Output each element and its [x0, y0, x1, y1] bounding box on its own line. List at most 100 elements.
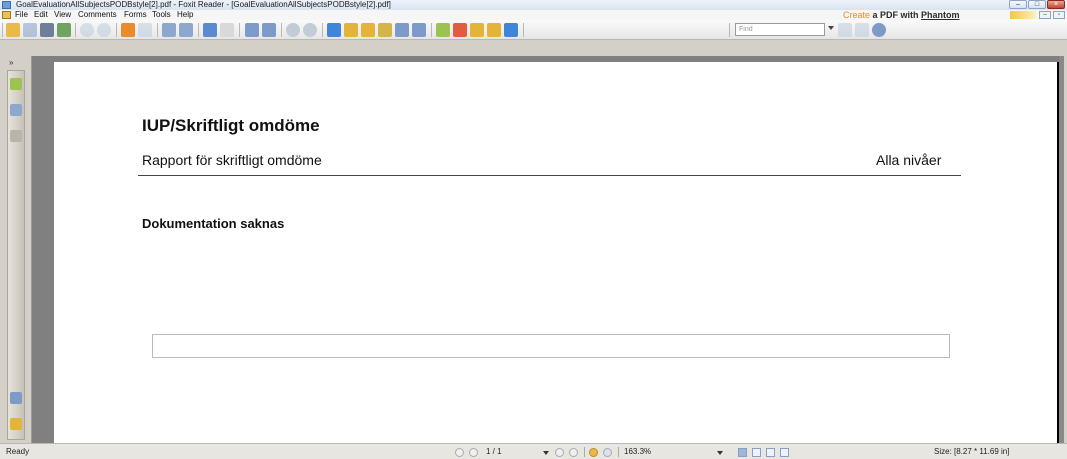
single-page-icon[interactable]: [738, 448, 747, 457]
signatures-icon[interactable]: [10, 418, 22, 430]
doc-restore-button[interactable]: ▫: [1053, 11, 1065, 19]
select-text-icon[interactable]: [344, 23, 358, 37]
document-view[interactable]: IUP/Skriftligt omdöme Rapport för skrift…: [32, 56, 1064, 443]
textbox-icon[interactable]: [470, 23, 484, 37]
find-dropdown-arrow-icon[interactable]: [828, 26, 834, 30]
next-page-icon[interactable]: [555, 448, 564, 457]
promo-text-phantom: Phantom: [921, 10, 960, 20]
toolbar-grip: [2, 23, 3, 37]
window-title: GoalEvaluationAllSubjectsPODBstyle[2].pd…: [16, 0, 391, 9]
title-bar: GoalEvaluationAllSubjectsPODBstyle[2].pd…: [0, 0, 1067, 10]
facing-icon[interactable]: [766, 448, 775, 457]
promo-text-middle: a PDF with: [870, 10, 922, 20]
menu-help[interactable]: Help: [177, 10, 193, 20]
zoom-dropdown-arrow-icon[interactable]: [717, 451, 723, 455]
section-heading: Dokumentation saknas: [142, 216, 285, 231]
previous-view-icon[interactable]: [121, 23, 135, 37]
typewriter-icon[interactable]: [395, 23, 409, 37]
previous-page-icon[interactable]: [469, 448, 478, 457]
next-view-icon[interactable]: [138, 23, 152, 37]
layers-icon[interactable]: [10, 130, 22, 142]
main-toolbar: Find: [0, 20, 1067, 40]
toolbar-separator: [198, 23, 199, 37]
zoom-in-small-icon[interactable]: [303, 23, 317, 37]
menu-file[interactable]: File: [15, 10, 28, 20]
menu-forms[interactable]: Forms: [124, 10, 147, 20]
toolbar-separator: [523, 23, 524, 37]
navigation-panel: »: [0, 56, 32, 443]
fit-width-icon[interactable]: [262, 23, 276, 37]
bookmarks-icon[interactable]: [10, 78, 22, 90]
pages-icon[interactable]: [10, 104, 22, 116]
page-size: Size: [8.27 * 11.69 in]: [934, 447, 1010, 456]
level-label: Alla nivåer: [876, 152, 942, 168]
vertical-scrollbar[interactable]: [1059, 56, 1064, 443]
first-page-icon[interactable]: [455, 448, 464, 457]
find-input[interactable]: Find: [735, 23, 825, 36]
print-icon[interactable]: [40, 23, 54, 37]
hand-tool-icon[interactable]: [327, 23, 341, 37]
find-next-icon[interactable]: [855, 23, 869, 37]
next-view-status-icon[interactable]: [603, 448, 612, 457]
toolbar-separator: [75, 23, 76, 37]
snapshot-icon[interactable]: [412, 23, 426, 37]
menu-bar: File Edit View Comments Forms Tools Help…: [0, 10, 1067, 20]
open-folder-icon[interactable]: [6, 23, 20, 37]
menu-edit[interactable]: Edit: [34, 10, 48, 20]
document-heading: IUP/Skriftligt omdöme: [142, 116, 320, 135]
save-icon[interactable]: [23, 23, 37, 37]
continuous-facing-icon[interactable]: [780, 448, 789, 457]
zoom-dropdown-icon[interactable]: [220, 23, 234, 37]
window-controls: – □ ×: [1009, 0, 1065, 10]
email-icon[interactable]: [57, 23, 71, 37]
attachments-icon[interactable]: [10, 392, 22, 404]
pencil-icon[interactable]: [453, 23, 467, 37]
find-text-icon[interactable]: [378, 23, 392, 37]
toolbar-separator: [431, 23, 432, 37]
status-separator: [618, 447, 619, 457]
page-dropdown-arrow-icon[interactable]: [543, 451, 549, 455]
toolbar-separator: [239, 23, 240, 37]
rotate-left-icon[interactable]: [162, 23, 176, 37]
minimize-button[interactable]: –: [1009, 0, 1027, 9]
forward-icon[interactable]: [97, 23, 111, 37]
toolbar-separator: [281, 23, 282, 37]
continuous-icon[interactable]: [752, 448, 761, 457]
phantom-promo-link[interactable]: Create a PDF with Phantom: [843, 10, 960, 20]
menu-comments[interactable]: Comments: [78, 10, 117, 20]
callout-icon[interactable]: [487, 23, 501, 37]
status-bar: Ready 1 / 1 163.3% Size: [8.27 * 11.69 i…: [0, 443, 1067, 459]
header-divider: [138, 175, 961, 176]
pdf-page: IUP/Skriftligt omdöme Rapport för skrift…: [54, 62, 1059, 443]
maximize-button[interactable]: □: [1028, 0, 1046, 9]
expand-panel-icon[interactable]: »: [9, 58, 13, 67]
menu-tools[interactable]: Tools: [152, 10, 171, 20]
report-subtitle: Rapport för skriftligt omdöme: [142, 152, 322, 168]
arrow-tool-icon[interactable]: [504, 23, 518, 37]
select-arrow-icon[interactable]: [361, 23, 375, 37]
zoom-in-icon[interactable]: [203, 23, 217, 37]
document-icon: [2, 11, 11, 19]
rotate-right-icon[interactable]: [179, 23, 193, 37]
menu-view[interactable]: View: [54, 10, 71, 20]
doc-minimize-button[interactable]: –: [1039, 11, 1051, 19]
search-icon[interactable]: [872, 23, 886, 37]
note-icon[interactable]: [436, 23, 450, 37]
toolbar-separator: [157, 23, 158, 37]
promo-text-create: Create: [843, 10, 871, 20]
back-icon[interactable]: [80, 23, 94, 37]
status-ready: Ready: [6, 447, 30, 456]
foxit-app-icon: [2, 1, 11, 9]
promo-banner-graphic: [1010, 11, 1036, 19]
panel-tab-strip: [7, 70, 25, 440]
zoom-out-icon[interactable]: [286, 23, 300, 37]
find-previous-icon[interactable]: [838, 23, 852, 37]
zoom-level[interactable]: 163.3%: [624, 444, 651, 459]
close-button[interactable]: ×: [1047, 0, 1065, 9]
toolbar-separator: [116, 23, 117, 37]
previous-view-status-icon[interactable]: [589, 448, 598, 457]
fit-page-icon[interactable]: [245, 23, 259, 37]
status-separator: [584, 447, 585, 457]
page-indicator[interactable]: 1 / 1: [486, 444, 502, 459]
last-page-icon[interactable]: [569, 448, 578, 457]
